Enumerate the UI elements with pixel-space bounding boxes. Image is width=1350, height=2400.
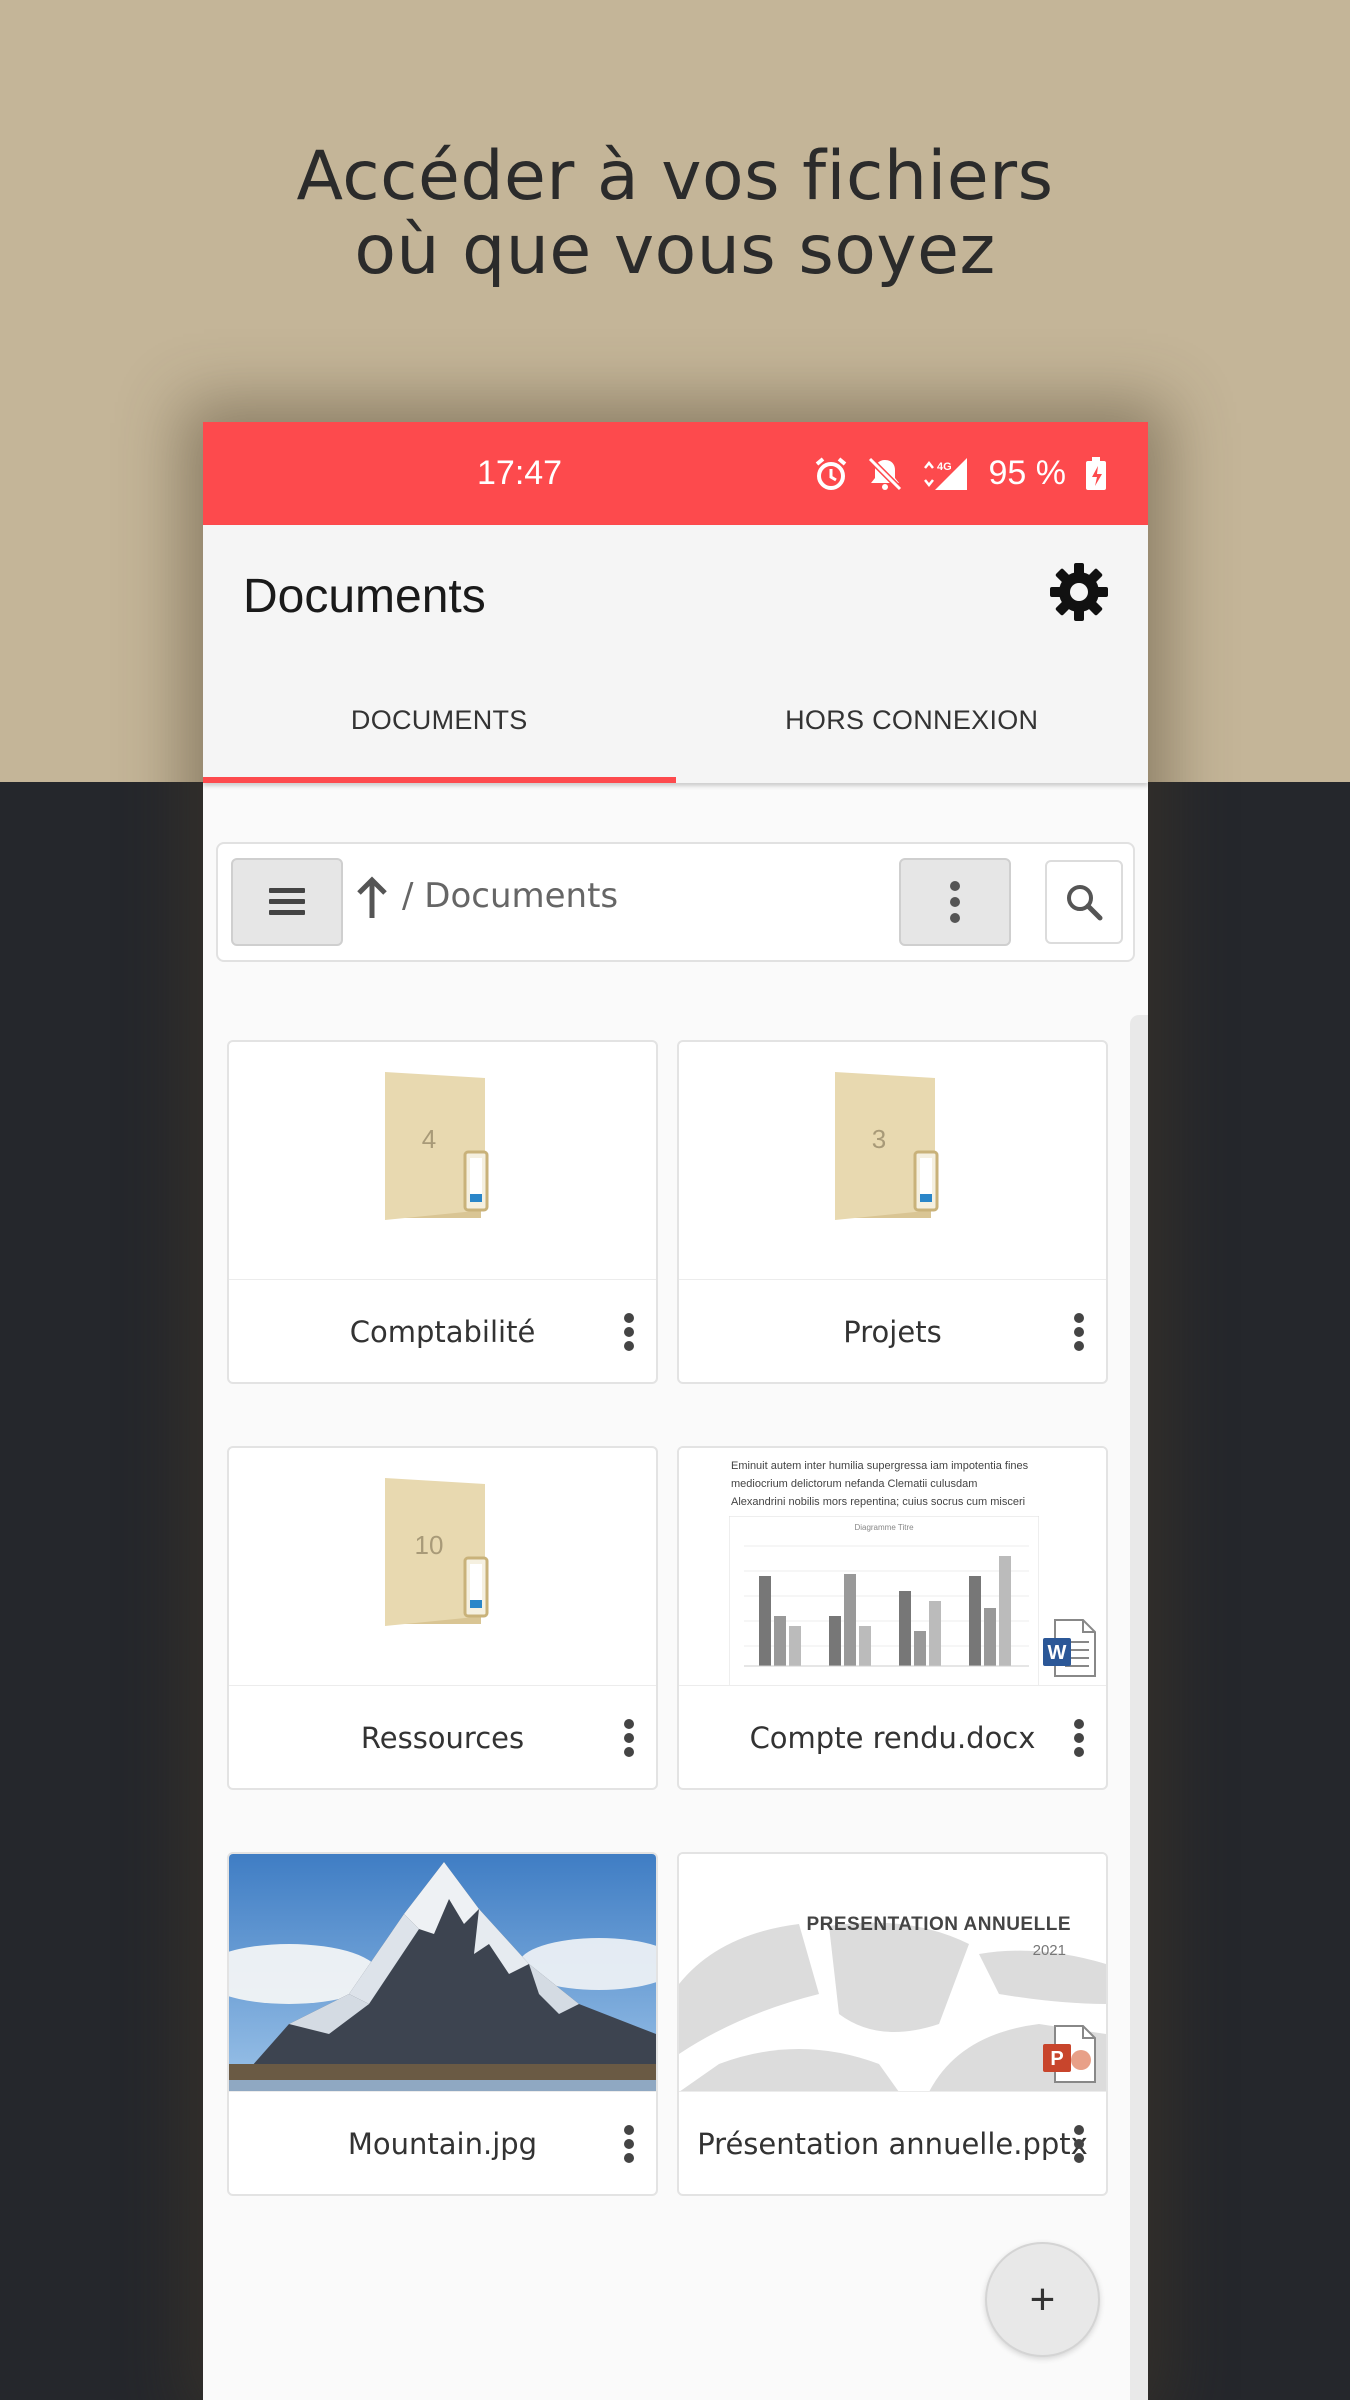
breadcrumb-path[interactable]: / Documents: [402, 876, 618, 916]
doc-chart-title: Diagramme Titre: [854, 1523, 914, 1532]
phone-screen: 17:47 4G 95 % Documents DOCUMENTS HORS C…: [203, 422, 1148, 2400]
svg-text:P: P: [1050, 2048, 1063, 2070]
kebab-icon[interactable]: [1072, 1718, 1086, 1758]
battery-level: 95 %: [988, 454, 1067, 492]
tab-offline[interactable]: HORS CONNEXION: [676, 690, 1149, 783]
tab-bar: DOCUMENTS HORS CONNEXION: [203, 690, 1148, 783]
word-file-icon: W: [1043, 1619, 1096, 1677]
powerpoint-file-icon: P: [1043, 2025, 1096, 2083]
file-card-projets[interactable]: 3 Projets: [677, 1040, 1108, 1384]
card-name: Mountain.jpg: [347, 2127, 538, 2161]
kebab-icon[interactable]: [1072, 1312, 1086, 1352]
card-name: Ressources: [360, 1721, 525, 1755]
kebab-icon[interactable]: [622, 2124, 636, 2164]
headline-line-2: où que vous soyez: [354, 211, 996, 290]
card-name: Projets: [843, 1315, 942, 1349]
add-button[interactable]: +: [985, 2242, 1100, 2357]
app-bar: Documents DOCUMENTS HORS CONNEXION: [203, 525, 1148, 783]
card-name: Comptabilité: [349, 1315, 536, 1349]
ppt-preview-title: PRESENTATION ANNUELLE: [806, 1914, 1071, 1935]
gear-icon[interactable]: [1048, 561, 1110, 623]
card-thumbnail: 3: [679, 1042, 1106, 1280]
svg-text:4G: 4G: [937, 461, 952, 473]
card-thumbnail: Eminuit autem inter humilia supergressa …: [679, 1448, 1106, 1686]
alarm-icon: [813, 456, 849, 492]
card-name: Compte rendu.docx: [749, 1721, 1036, 1755]
bell-off-icon: [867, 456, 903, 492]
search-button[interactable]: [1045, 860, 1123, 944]
kebab-icon[interactable]: [622, 1718, 636, 1758]
file-card-compte-rendu[interactable]: Eminuit autem inter humilia supergressa …: [677, 1446, 1108, 1790]
status-time: 17:47: [477, 454, 563, 492]
mountain-image: [229, 1854, 656, 2091]
file-card-presentation[interactable]: PRESENTATION ANNUELLE 2021 P Présentatio…: [677, 1852, 1108, 2196]
folder-count: 3: [872, 1124, 886, 1154]
search-icon: [1067, 885, 1103, 921]
doc-preview-line: Eminuit autem inter humilia supergressa …: [731, 1460, 1029, 1472]
kebab-icon: [950, 881, 960, 923]
kebab-icon[interactable]: [1072, 2124, 1086, 2164]
card-name: Présentation annuelle.pptx: [697, 2127, 1088, 2161]
folder-count: 4: [422, 1124, 436, 1154]
file-card-ressources[interactable]: 10 Ressources: [227, 1446, 658, 1790]
ppt-preview-year: 2021: [1032, 1942, 1066, 1959]
kebab-icon[interactable]: [622, 1312, 636, 1352]
folder-icon: 4: [385, 1072, 489, 1220]
doc-preview-chart: Diagramme Titre: [729, 1516, 1039, 1685]
card-thumbnail: 4: [229, 1042, 656, 1280]
card-thumbnail: PRESENTATION ANNUELLE 2021 P: [679, 1854, 1106, 2092]
doc-preview-line: mediocrium delictorum nefanda Clematii c…: [731, 1478, 978, 1490]
file-toolbar: / Documents: [216, 842, 1135, 962]
battery-charging-icon: [1084, 456, 1108, 492]
hamburger-icon: [269, 888, 305, 915]
card-thumbnail: 10: [229, 1448, 656, 1686]
svg-text:W: W: [1048, 1642, 1067, 1664]
folder-icon: 3: [835, 1072, 939, 1220]
more-options-button[interactable]: [899, 858, 1011, 946]
signal-4g-icon: 4G: [921, 456, 971, 492]
folder-count: 10: [415, 1530, 444, 1560]
arrow-up-icon[interactable]: [355, 876, 389, 920]
card-thumbnail: [229, 1854, 656, 2092]
file-card-mountain[interactable]: Mountain.jpg: [227, 1852, 658, 2196]
headline: Accéder à vos fichiers où que vous soyez: [0, 140, 1350, 288]
file-card-comptabilite[interactable]: 4 Comptabilité: [227, 1040, 658, 1384]
status-bar: 17:47 4G 95 %: [203, 422, 1148, 525]
menu-button[interactable]: [231, 858, 343, 946]
app-title: Documents: [243, 570, 486, 623]
headline-line-1: Accéder à vos fichiers: [296, 137, 1054, 216]
folder-icon: 10: [385, 1478, 489, 1626]
tab-documents[interactable]: DOCUMENTS: [203, 690, 676, 783]
status-icons: 4G 95 %: [813, 422, 1109, 525]
doc-preview-line: Alexandrini nobilis mors repentina; cuiu…: [731, 1496, 1026, 1508]
scrollbar[interactable]: [1130, 1015, 1148, 2400]
